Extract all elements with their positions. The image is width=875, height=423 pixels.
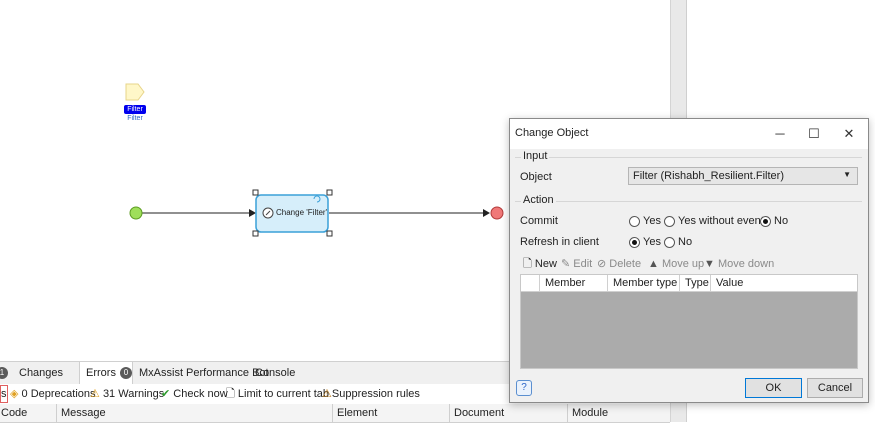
- warnings-filter[interactable]: ⚠ 31 Warnings: [90, 384, 164, 404]
- refresh-no-label[interactable]: No: [678, 236, 692, 248]
- refresh-no-radio[interactable]: [664, 237, 675, 248]
- parameter-caption: Filter: [127, 115, 143, 122]
- arrow-head: [483, 209, 490, 217]
- refresh-label: Refresh in client: [520, 236, 599, 248]
- tab-errors[interactable]: Errors 0: [79, 362, 133, 384]
- selection-handle[interactable]: [252, 230, 259, 237]
- hidden-tab-badge[interactable]: 1: [0, 362, 10, 384]
- commit-yes-label[interactable]: Yes: [643, 215, 661, 227]
- column-value[interactable]: Value: [710, 275, 857, 291]
- object-dropdown[interactable]: Filter (Rishabh_Resilient.Filter) ▼: [628, 167, 858, 185]
- commit-yes-radio[interactable]: [629, 216, 640, 227]
- selection-handle[interactable]: [252, 189, 259, 196]
- column-code[interactable]: Code: [0, 404, 56, 422]
- change-object-dialog: Change Object ─ ☐ ✕ Input Object Filter …: [509, 118, 869, 403]
- action-group-label: Action: [521, 194, 556, 206]
- column-member-type[interactable]: Member type: [607, 275, 679, 291]
- parameter-icon[interactable]: [125, 83, 145, 101]
- delete-button[interactable]: ⊘ Delete: [597, 257, 641, 271]
- suppression-rules-button[interactable]: ⚠Suppression rules: [322, 384, 420, 404]
- arrow-head: [249, 209, 256, 217]
- suppression-icon: ⚠: [322, 388, 332, 400]
- activity-label: Change 'Filter': [276, 208, 328, 217]
- object-value: Filter (Rishabh_Resilient.Filter): [633, 170, 784, 182]
- refresh-yes-radio[interactable]: [629, 237, 640, 248]
- check-now-button[interactable]: ✔ Check now: [161, 384, 228, 404]
- input-group-label: Input: [521, 150, 550, 162]
- row-header-column: [521, 275, 539, 291]
- members-table-header: Member Member type Type Value: [521, 275, 857, 292]
- deprecations-filter[interactable]: ◈ 0 Deprecations: [10, 384, 96, 404]
- object-label: Object: [520, 171, 552, 183]
- start-event[interactable]: [129, 206, 143, 220]
- errors-filter-toggle[interactable]: s: [0, 385, 8, 403]
- new-button[interactable]: 🗋 New: [523, 257, 557, 271]
- tab-console[interactable]: Console: [255, 362, 295, 384]
- selection-handle[interactable]: [326, 189, 333, 196]
- errors-toolbar: s ◈ 0 Deprecations ⚠ 31 Warnings ✔ Check…: [0, 384, 510, 405]
- column-element[interactable]: Element: [332, 404, 449, 422]
- minimize-icon[interactable]: ─: [769, 125, 791, 143]
- warning-icon: ⚠: [90, 388, 100, 400]
- deprecation-icon: ◈: [10, 388, 19, 400]
- column-module[interactable]: Module: [567, 404, 670, 422]
- cancel-button[interactable]: Cancel: [807, 378, 863, 398]
- parameter-label: Filter: [124, 105, 146, 114]
- close-icon[interactable]: ✕: [838, 125, 860, 143]
- move-down-button[interactable]: ▼ Move down: [704, 257, 774, 271]
- chevron-down-icon: ▼: [843, 170, 851, 179]
- move-up-button[interactable]: ▲ Move up: [648, 257, 704, 271]
- column-member[interactable]: Member: [539, 275, 607, 291]
- pencil-icon: ✎: [561, 258, 571, 270]
- tab-changes[interactable]: Changes6: [12, 362, 78, 402]
- tab-mxassist[interactable]: MxAssist Performance Bot: [139, 362, 269, 384]
- document-icon: 🗋: [226, 388, 235, 400]
- bottom-tab-bar: 1 Changes6 Errors0 MxAssist Performance …: [0, 361, 510, 402]
- column-document[interactable]: Document: [449, 404, 567, 422]
- column-message[interactable]: Message: [56, 404, 332, 422]
- dialog-title: Change Object: [515, 127, 589, 139]
- commit-no-label[interactable]: No: [774, 215, 788, 227]
- column-type[interactable]: Type: [679, 275, 710, 291]
- commit-yes-without-events-radio[interactable]: [664, 216, 675, 227]
- refresh-yes-label[interactable]: Yes: [643, 236, 661, 248]
- commit-no-radio[interactable]: [760, 216, 771, 227]
- commit-yes-without-events-label[interactable]: Yes without events: [678, 215, 769, 227]
- end-event[interactable]: [490, 206, 504, 220]
- checkmark-icon: ✔: [161, 388, 171, 400]
- errors-grid-header: Code Message Element Document Module: [0, 404, 670, 423]
- arrow-down-icon: ▼: [704, 258, 715, 270]
- limit-to-tab-toggle[interactable]: 🗋 Limit to current tab: [226, 384, 329, 404]
- new-document-icon: 🗋: [523, 258, 532, 270]
- edit-button[interactable]: ✎ Edit: [561, 257, 592, 271]
- maximize-icon[interactable]: ☐: [803, 125, 825, 143]
- dialog-title-bar[interactable]: Change Object ─ ☐ ✕: [510, 119, 868, 149]
- selection-handle[interactable]: [326, 230, 333, 237]
- help-icon[interactable]: ?: [516, 380, 532, 396]
- members-table[interactable]: Member Member type Type Value: [520, 274, 858, 369]
- delete-icon: ⊘: [597, 258, 607, 270]
- arrow-up-icon: ▲: [648, 258, 659, 270]
- commit-label: Commit: [520, 215, 558, 227]
- ok-button[interactable]: OK: [745, 378, 802, 398]
